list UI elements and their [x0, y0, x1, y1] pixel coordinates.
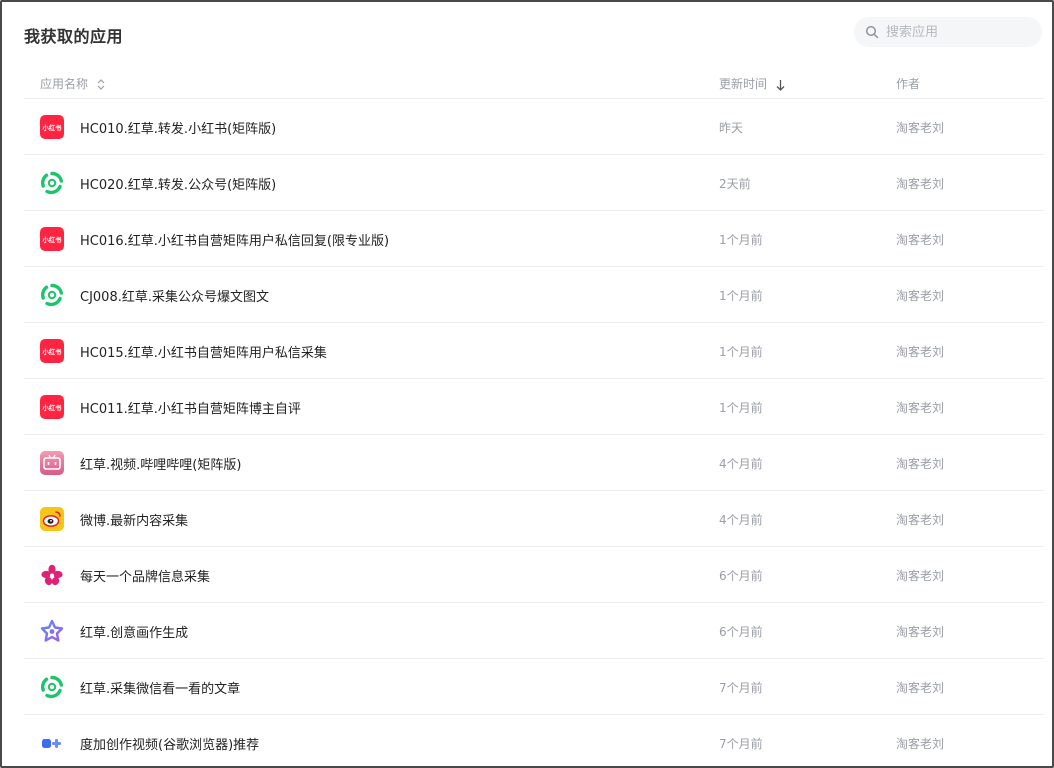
weibo-icon	[40, 507, 64, 531]
table-row[interactable]: CJ008.红草.采集公众号爆文图文 1个月前 淘客老刘	[24, 267, 1044, 323]
app-updated-time: 1个月前	[719, 345, 763, 359]
table-row[interactable]: 小红书 HC016.红草.小红书自营矩阵用户私信回复(限专业版) 1个月前 淘客…	[24, 211, 1044, 267]
search-icon	[865, 25, 879, 39]
column-header-author: 作者	[896, 77, 921, 91]
app-updated-time: 1个月前	[719, 401, 763, 415]
app-name[interactable]: 红草.采集微信看一看的文章	[80, 678, 240, 697]
app-author: 淘客老刘	[896, 513, 945, 527]
column-header-updated-label: 更新时间	[719, 77, 768, 91]
app-author: 淘客老刘	[896, 681, 945, 695]
app-author: 淘客老刘	[896, 401, 945, 415]
app-author: 淘客老刘	[896, 569, 945, 583]
star-ai-icon	[40, 619, 64, 643]
table-row[interactable]: 小红书 HC010.红草.转发.小红书(矩阵版) 昨天 淘客老刘	[24, 99, 1044, 155]
app-name[interactable]: HC020.红草.转发.公众号(矩阵版)	[80, 174, 276, 193]
app-updated-time: 4个月前	[719, 513, 763, 527]
app-table-body: 小红书 HC010.红草.转发.小红书(矩阵版) 昨天 淘客老刘 HC020.红…	[24, 99, 1044, 766]
app-author: 淘客老刘	[896, 289, 945, 303]
column-header-updated[interactable]: 更新时间	[719, 75, 785, 92]
svg-text:小红书: 小红书	[42, 347, 63, 356]
table-row[interactable]: 红草.创意画作生成 6个月前 淘客老刘	[24, 603, 1044, 659]
flower-brand-icon	[40, 563, 64, 587]
search-box[interactable]	[854, 17, 1042, 47]
app-list-panel: 我获取的应用 应用名称 更新时间 作者 小红书 HC010	[0, 0, 1054, 768]
table-row[interactable]: 微博.最新内容采集 4个月前 淘客老刘	[24, 491, 1044, 547]
app-updated-time: 6个月前	[719, 569, 763, 583]
duojia-creation-icon	[40, 731, 64, 755]
wechat-official-account-icon	[40, 675, 64, 699]
svg-text:小红书: 小红书	[42, 123, 63, 132]
app-updated-time: 昨天	[719, 121, 744, 135]
app-updated-time: 6个月前	[719, 625, 763, 639]
table-row[interactable]: 小红书 HC015.红草.小红书自营矩阵用户私信采集 1个月前 淘客老刘	[24, 323, 1044, 379]
app-name[interactable]: HC016.红草.小红书自营矩阵用户私信回复(限专业版)	[80, 230, 389, 249]
table-row[interactable]: 红草.采集微信看一看的文章 7个月前 淘客老刘	[24, 659, 1044, 715]
app-name[interactable]: 每天一个品牌信息采集	[80, 566, 210, 585]
app-author: 淘客老刘	[896, 737, 945, 751]
app-author: 淘客老刘	[896, 233, 945, 247]
app-author: 淘客老刘	[896, 625, 945, 639]
table-row[interactable]: 每天一个品牌信息采集 6个月前 淘客老刘	[24, 547, 1044, 603]
xiaohongshu-icon: 小红书	[40, 395, 64, 419]
app-name[interactable]: HC010.红草.转发.小红书(矩阵版)	[80, 118, 276, 137]
table-row[interactable]: 度加创作视频(谷歌浏览器)推荐 7个月前 淘客老刘	[24, 715, 1044, 766]
app-author: 淘客老刘	[896, 121, 945, 135]
app-author: 淘客老刘	[896, 345, 945, 359]
table-row[interactable]: HC020.红草.转发.公众号(矩阵版) 2天前 淘客老刘	[24, 155, 1044, 211]
sort-descending-icon[interactable]	[776, 79, 785, 91]
xiaohongshu-icon: 小红书	[40, 115, 64, 139]
app-updated-time: 2天前	[719, 177, 751, 191]
page-title: 我获取的应用	[24, 27, 124, 46]
app-name[interactable]: HC011.红草.小红书自营矩阵博主自评	[80, 398, 301, 417]
svg-text:小红书: 小红书	[42, 403, 63, 412]
app-updated-time: 7个月前	[719, 681, 763, 695]
app-name[interactable]: 红草.视频.哔哩哔哩(矩阵版)	[80, 454, 241, 473]
app-updated-time: 7个月前	[719, 737, 763, 751]
app-name[interactable]: 度加创作视频(谷歌浏览器)推荐	[80, 734, 259, 753]
app-updated-time: 4个月前	[719, 457, 763, 471]
table-header: 应用名称 更新时间 作者	[24, 64, 1044, 99]
wechat-official-account-icon	[40, 283, 64, 307]
app-name[interactable]: 红草.创意画作生成	[80, 622, 188, 641]
svg-text:小红书: 小红书	[42, 235, 63, 244]
app-author: 淘客老刘	[896, 177, 945, 191]
app-name[interactable]: CJ008.红草.采集公众号爆文图文	[80, 286, 269, 305]
column-header-name-label: 应用名称	[40, 77, 89, 91]
bilibili-icon	[40, 451, 64, 475]
sort-toggle-icon[interactable]	[97, 79, 105, 90]
app-updated-time: 1个月前	[719, 233, 763, 247]
column-header-name[interactable]: 应用名称	[40, 75, 105, 92]
wechat-official-account-icon	[40, 171, 64, 195]
app-updated-time: 1个月前	[719, 289, 763, 303]
panel-header: 我获取的应用	[2, 2, 1052, 64]
xiaohongshu-icon: 小红书	[40, 339, 64, 363]
search-input[interactable]	[886, 17, 1036, 47]
app-author: 淘客老刘	[896, 457, 945, 471]
app-name[interactable]: 微博.最新内容采集	[80, 510, 188, 529]
app-name[interactable]: HC015.红草.小红书自营矩阵用户私信采集	[80, 342, 327, 361]
table-row[interactable]: 小红书 HC011.红草.小红书自营矩阵博主自评 1个月前 淘客老刘	[24, 379, 1044, 435]
table-row[interactable]: 红草.视频.哔哩哔哩(矩阵版) 4个月前 淘客老刘	[24, 435, 1044, 491]
xiaohongshu-icon: 小红书	[40, 227, 64, 251]
